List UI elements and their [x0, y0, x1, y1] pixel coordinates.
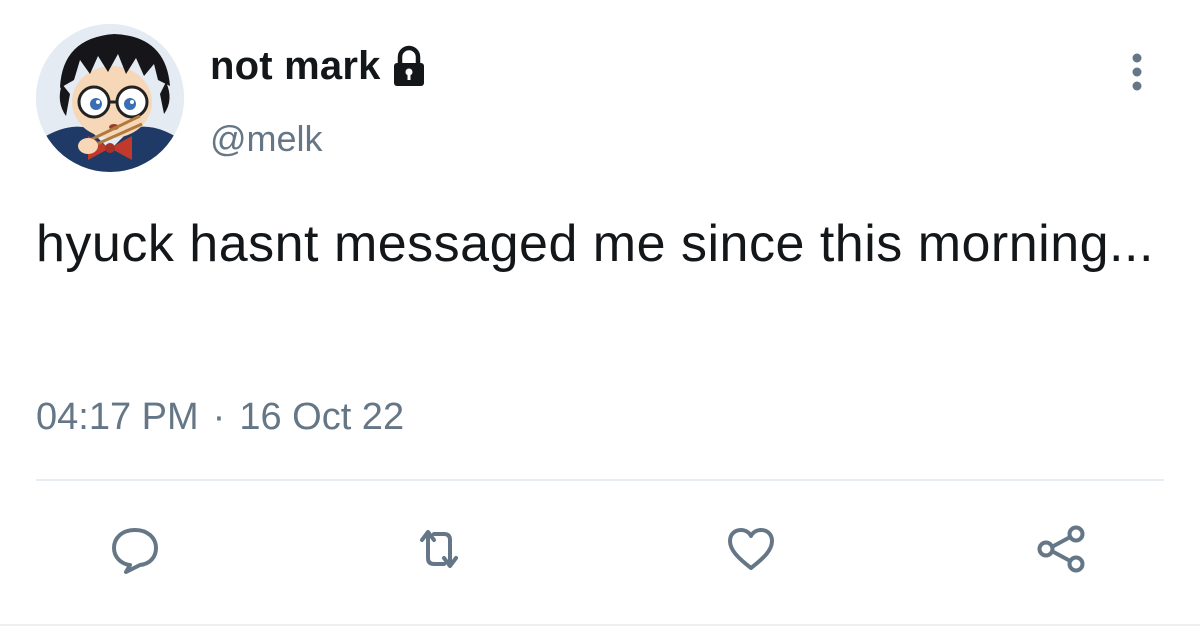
like-button[interactable] — [724, 522, 778, 576]
reply-icon — [112, 528, 158, 574]
retweet-button[interactable] — [412, 522, 466, 576]
display-name[interactable]: not mark — [210, 44, 381, 89]
share-button[interactable] — [1034, 522, 1088, 576]
retweet-icon — [420, 530, 458, 568]
tweet-text: hyuck hasnt messaged me since this morni… — [36, 215, 1154, 273]
heart-icon — [728, 528, 774, 570]
lock-icon — [393, 45, 424, 86]
tweet-date: 16 Oct 22 — [239, 396, 405, 438]
reply-button[interactable] — [108, 522, 162, 576]
avatar-image — [36, 24, 184, 172]
timestamp-separator: · — [212, 396, 226, 438]
name-row: not mark — [210, 40, 429, 92]
avatar[interactable] — [36, 24, 184, 172]
tweet-timestamp[interactable]: 04:17 PM · 16 Oct 22 — [36, 396, 404, 439]
divider — [36, 479, 1164, 481]
share-icon — [1037, 525, 1085, 573]
tweet-time: 04:17 PM — [36, 396, 199, 438]
more-vertical-icon[interactable] — [1122, 52, 1152, 92]
bottom-divider — [0, 624, 1200, 626]
user-handle[interactable]: @melk — [210, 118, 323, 160]
